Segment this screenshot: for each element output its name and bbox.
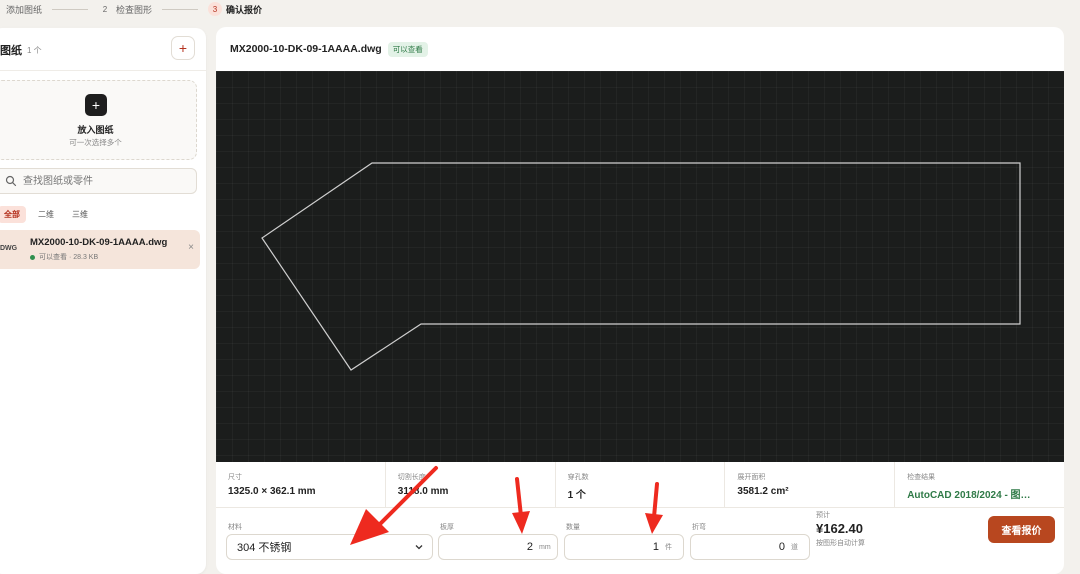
stat-check-result: 检查结果 AutoCAD 2018/2024 - 图… (895, 462, 1064, 507)
estimate-label: 预计 (816, 512, 830, 519)
quantity-unit: 件 (665, 544, 672, 551)
file-type-badge: DWG (0, 245, 18, 252)
add-drawing-button[interactable]: + (171, 36, 195, 60)
step-label: 检查图形 (116, 4, 153, 15)
sidebar-header: 图纸 1 个 + (0, 36, 198, 60)
stat-value: 1325.0 × 362.1 mm (228, 486, 316, 497)
divider (0, 70, 206, 71)
stat-pierce-count: 穿孔数 1 个 (556, 462, 726, 507)
viewer-header: MX2000-10-DK-09-1AAAA.dwg 可以查看 (216, 27, 1064, 71)
step-number: 2 (102, 4, 108, 14)
stat-dimensions: 尺寸 1325.0 × 362.1 mm (216, 462, 386, 507)
file-status-size: 可以查看 · 28.3 KB (39, 254, 99, 261)
thickness-label: 板厚 (440, 524, 454, 531)
step-check-shape: 2 检查图形 (98, 2, 152, 16)
dropzone-subtitle: 可一次选择多个 (69, 138, 122, 147)
drawing-count: 1 个 (27, 45, 42, 55)
thickness-input[interactable]: 2 mm (438, 534, 558, 560)
stat-unfolded-area: 展开面积 3581.2 cm² (725, 462, 896, 507)
step-label: 确认报价 (226, 4, 263, 15)
stat-value: 3581.2 cm² (737, 486, 789, 497)
file-list-item[interactable]: DWG MX2000-10-DK-09-1AAAA.dwg 可以查看 · 28.… (0, 230, 200, 269)
step-label: 添加图纸 (6, 4, 43, 15)
remove-file-icon[interactable]: × (188, 242, 194, 253)
stat-label: 检查结果 (907, 474, 936, 481)
step-number: 3 (208, 2, 223, 16)
drawings-sidebar: 图纸 1 个 + + 放入图纸 可一次选择多个 全部 二维 三维 DWG MX2… (0, 28, 206, 574)
bends-label: 折弯 (692, 524, 706, 531)
stat-label: 尺寸 (228, 474, 242, 481)
filter-2d[interactable]: 二维 (32, 206, 60, 223)
sidebar-title: 图纸 (0, 45, 22, 57)
stat-label: 展开面积 (737, 474, 766, 481)
part-stats: 尺寸 1325.0 × 362.1 mm 切割长度 3118.0 mm 穿孔数 … (216, 462, 1064, 508)
stat-value: AutoCAD 2018/2024 - 图… (907, 490, 1031, 501)
upload-dropzone[interactable]: + 放入图纸 可一次选择多个 (0, 80, 197, 160)
drawing-outline (261, 162, 1021, 371)
status-dot-icon (30, 254, 35, 260)
step-connector (162, 8, 199, 10)
main-panel: MX2000-10-DK-09-1AAAA.dwg 可以查看 尺寸 1325.0… (216, 27, 1064, 574)
stat-cut-length: 切割长度 3118.0 mm (386, 462, 556, 507)
stat-label: 穿孔数 (567, 474, 589, 481)
thickness-unit: mm (539, 543, 551, 551)
quantity-input[interactable]: 1 件 (564, 534, 684, 560)
stat-value: 1 个 (567, 490, 586, 501)
search-icon (5, 175, 17, 187)
progress-stepper: 添加图纸 2 检查图形 3 确认报价 (0, 0, 1080, 18)
chevron-down-icon (415, 545, 423, 550)
quantity-label: 数量 (566, 524, 580, 531)
thickness-value: 2 (526, 541, 533, 553)
estimate-note: 按图形自动计算 (816, 540, 865, 547)
filter-tabs: 全部 二维 三维 (0, 206, 100, 223)
material-label: 材料 (228, 524, 242, 531)
quantity-value: 1 (652, 541, 659, 553)
stat-value: 3118.0 mm (397, 486, 449, 497)
drawing-title: MX2000-10-DK-09-1AAAA.dwg (230, 43, 382, 55)
view-quote-button[interactable]: 查看报价 (988, 516, 1055, 543)
bends-value: 0 (778, 541, 785, 553)
bends-unit: 道 (791, 544, 798, 551)
step-add-drawing: 添加图纸 (6, 3, 42, 16)
step-connector (52, 8, 89, 10)
quote-form: 材料 304 不锈钢 板厚 2 mm 数量 1 件 折弯 0 道 预计 ¥162… (216, 508, 1064, 574)
stat-label: 切割长度 (397, 474, 426, 481)
viewable-badge: 可以查看 (387, 41, 428, 57)
search-box (0, 168, 197, 194)
file-name: MX2000-10-DK-09-1AAAA.dwg (30, 237, 168, 248)
dropzone-title: 放入图纸 (77, 125, 114, 135)
estimated-price: ¥162.40 (816, 521, 863, 536)
bends-input[interactable]: 0 道 (690, 534, 810, 560)
material-select[interactable]: 304 不锈钢 (226, 534, 433, 560)
search-input[interactable] (21, 174, 195, 188)
part-outline (261, 162, 1021, 371)
drawing-canvas[interactable] (216, 71, 1064, 462)
plus-icon: + (85, 94, 107, 116)
filter-all[interactable]: 全部 (0, 206, 26, 223)
file-meta: 可以查看 · 28.3 KB (30, 252, 98, 262)
step-confirm-quote: 3 确认报价 (208, 2, 262, 16)
filter-3d[interactable]: 三维 (66, 206, 94, 223)
material-value: 304 不锈钢 (237, 542, 292, 554)
